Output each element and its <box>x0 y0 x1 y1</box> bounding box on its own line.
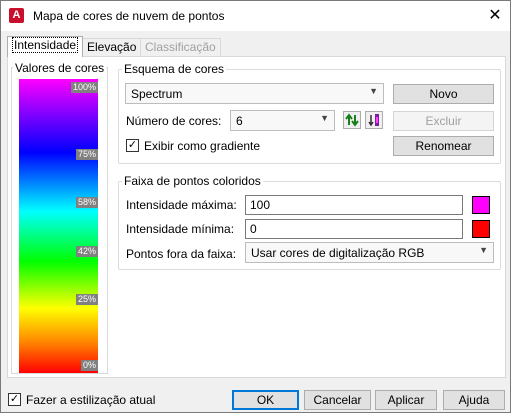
point-range-title: Faixa de pontos coloridos <box>122 174 263 188</box>
tab-intensidade[interactable]: Intensidade <box>7 36 84 57</box>
tick-label: 58% <box>75 197 98 208</box>
tick-label: 25% <box>75 294 98 305</box>
chevron-down-icon: ▼ <box>369 86 378 96</box>
max-intensity-input[interactable]: 100 <box>245 195 463 215</box>
color-scheme-select[interactable]: Spectrum ▼ <box>125 83 384 104</box>
color-scheme-value: Spectrum <box>131 87 183 101</box>
max-color-swatch[interactable] <box>472 196 490 214</box>
delete-button: Excluir <box>393 111 494 131</box>
outside-range-label: Pontos fora da faixa: <box>126 247 237 261</box>
rename-button[interactable]: Renomear <box>393 136 494 156</box>
apply-button[interactable]: Aplicar <box>375 390 437 410</box>
ok-button[interactable]: OK <box>232 390 299 410</box>
tick-label: 42% <box>75 246 98 257</box>
cancel-button[interactable]: Cancelar <box>304 390 371 410</box>
tick-label: 100% <box>70 82 98 93</box>
title-bar: A Mapa de cores de nuvem de pontos ✕ <box>1 1 510 31</box>
help-button[interactable]: Ajuda <box>443 390 505 410</box>
window-title: Mapa de cores de nuvem de pontos <box>33 9 225 23</box>
tab-elevacao[interactable]: Elevação <box>82 38 142 56</box>
chevron-down-icon: ▼ <box>320 113 329 123</box>
color-gradient-bar: 100% 75% 58% 42% 25% 0% <box>19 79 98 373</box>
reverse-colors-icon[interactable] <box>365 111 383 129</box>
dialog-window: A Mapa de cores de nuvem de pontos ✕ Int… <box>0 0 511 413</box>
close-icon[interactable]: ✕ <box>480 1 510 31</box>
color-values-title: Valores de cores <box>13 61 107 75</box>
num-colors-select[interactable]: 6 ▼ <box>230 110 335 131</box>
min-intensity-input[interactable]: 0 <box>245 219 463 239</box>
gradient-checkbox[interactable]: ✓ <box>126 139 139 152</box>
tick-label: 75% <box>75 149 98 160</box>
autocad-app-icon: A <box>9 8 24 23</box>
outside-range-value: Usar cores de digitalização RGB <box>251 246 425 260</box>
chevron-down-icon: ▼ <box>479 245 488 255</box>
current-style-label: Fazer a estilização atual <box>26 393 156 407</box>
color-scheme-title: Esquema de cores <box>122 62 227 76</box>
num-colors-label: Número de cores: <box>126 114 222 128</box>
gradient-label: Exibir como gradiente <box>144 139 261 153</box>
tick-label: 0% <box>80 360 98 371</box>
new-button[interactable]: Novo <box>393 84 494 104</box>
sort-ascending-icon[interactable] <box>343 111 361 129</box>
min-intensity-label: Intensidade mínima: <box>126 222 235 236</box>
max-intensity-label: Intensidade máxima: <box>126 198 237 212</box>
outside-range-select[interactable]: Usar cores de digitalização RGB ▼ <box>245 242 494 263</box>
tab-classificacao: Classificação <box>140 38 221 56</box>
min-color-swatch[interactable] <box>472 220 490 238</box>
num-colors-value: 6 <box>236 114 243 128</box>
current-style-checkbox[interactable]: ✓ <box>8 393 21 406</box>
